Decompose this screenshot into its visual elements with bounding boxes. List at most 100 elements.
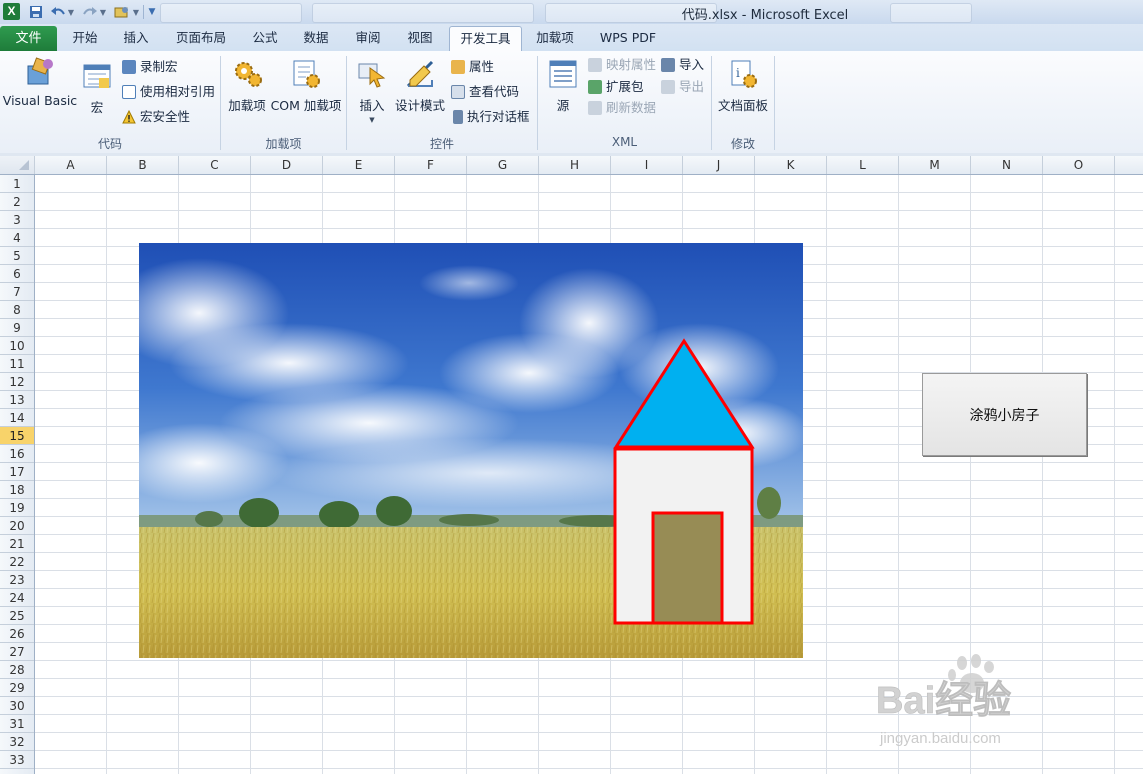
row-header-14[interactable]: 14 bbox=[0, 409, 34, 427]
column-header-h[interactable]: H bbox=[539, 156, 611, 174]
row-header-21[interactable]: 21 bbox=[0, 535, 34, 553]
column-header-j[interactable]: J bbox=[683, 156, 755, 174]
tab-addins[interactable]: 加载项 bbox=[527, 26, 583, 50]
row-header-6[interactable]: 6 bbox=[0, 265, 34, 283]
row-header-19[interactable]: 19 bbox=[0, 499, 34, 517]
select-all-corner[interactable] bbox=[0, 156, 35, 174]
column-header-m[interactable]: M bbox=[899, 156, 971, 174]
xml-import-button[interactable]: 导入 bbox=[661, 56, 704, 74]
row-header-5[interactable]: 5 bbox=[0, 247, 34, 265]
row-header-28[interactable]: 28 bbox=[0, 661, 34, 679]
row-header-3[interactable]: 3 bbox=[0, 211, 34, 229]
design-mode-button[interactable]: 设计模式 bbox=[394, 58, 446, 114]
row-header-18[interactable]: 18 bbox=[0, 481, 34, 499]
expansion-packs-button[interactable]: 扩展包 bbox=[588, 78, 644, 96]
redo-dropdown-icon[interactable]: ▼ bbox=[99, 4, 107, 20]
column-header-b[interactable]: B bbox=[107, 156, 179, 174]
tab-home[interactable]: 开始 bbox=[62, 26, 108, 50]
use-relative-refs-button[interactable]: 使用相对引用 bbox=[122, 83, 215, 101]
undo-icon[interactable] bbox=[50, 4, 66, 20]
excel-logo-icon[interactable]: X bbox=[3, 3, 20, 20]
column-header-n[interactable]: N bbox=[971, 156, 1043, 174]
tab-data[interactable]: 数据 bbox=[293, 26, 339, 50]
row-header-32[interactable]: 32 bbox=[0, 733, 34, 751]
tab-insert[interactable]: 插入 bbox=[113, 26, 159, 50]
column-header-a[interactable]: A bbox=[35, 156, 107, 174]
row-header-11[interactable]: 11 bbox=[0, 355, 34, 373]
redo-icon[interactable] bbox=[82, 4, 98, 20]
row-header-12[interactable]: 12 bbox=[0, 373, 34, 391]
row-header-25[interactable]: 25 bbox=[0, 607, 34, 625]
tab-review[interactable]: 审阅 bbox=[345, 26, 391, 50]
tab-formulas[interactable]: 公式 bbox=[242, 26, 288, 50]
column-header-o[interactable]: O bbox=[1043, 156, 1115, 174]
column-header-k[interactable]: K bbox=[755, 156, 827, 174]
column-header-l[interactable]: L bbox=[827, 156, 899, 174]
document-panel-button[interactable]: i 文档面板 bbox=[715, 58, 771, 114]
tab-view[interactable]: 视图 bbox=[397, 26, 443, 50]
tab-file[interactable]: 文件 bbox=[0, 26, 57, 51]
column-header-c[interactable]: C bbox=[179, 156, 251, 174]
macro-security-button[interactable]: 宏安全性 bbox=[122, 108, 190, 126]
row-header-33[interactable]: 33 bbox=[0, 751, 34, 769]
row-header-22[interactable]: 22 bbox=[0, 553, 34, 571]
properties-button[interactable]: 属性 bbox=[451, 58, 494, 76]
export-icon bbox=[661, 80, 675, 94]
xml-source-button[interactable]: 源 bbox=[543, 58, 583, 114]
macro-tool-icon[interactable] bbox=[114, 4, 130, 20]
svg-text:i: i bbox=[736, 66, 740, 80]
refresh-data-button[interactable]: 刷新数据 bbox=[588, 99, 656, 117]
design-mode-icon bbox=[406, 60, 434, 88]
run-dialog-button[interactable]: 执行对话框 bbox=[451, 108, 530, 126]
warning-icon bbox=[122, 109, 136, 124]
row-header-1[interactable]: 1 bbox=[0, 175, 34, 193]
draw-house-macro-button[interactable]: 涂鸦小房子 bbox=[922, 373, 1087, 456]
map-properties-button[interactable]: 映射属性 bbox=[588, 56, 656, 74]
qat-dropdown-icon[interactable]: ▼ bbox=[132, 4, 140, 20]
view-code-button[interactable]: 查看代码 bbox=[451, 83, 519, 101]
save-icon[interactable] bbox=[28, 4, 44, 20]
row-header-2[interactable]: 2 bbox=[0, 193, 34, 211]
row-header-4[interactable]: 4 bbox=[0, 229, 34, 247]
column-header-i[interactable]: I bbox=[611, 156, 683, 174]
view-code-icon bbox=[451, 85, 465, 99]
row-header-31[interactable]: 31 bbox=[0, 715, 34, 733]
row-header-20[interactable]: 20 bbox=[0, 517, 34, 535]
macros-button[interactable]: 宏 bbox=[80, 60, 114, 116]
landscape-picture[interactable] bbox=[139, 243, 803, 658]
customize-qat-icon[interactable]: ▼ bbox=[147, 4, 157, 20]
record-macro-button[interactable]: 录制宏 bbox=[122, 58, 178, 76]
row-header-23[interactable]: 23 bbox=[0, 571, 34, 589]
xml-export-button[interactable]: 导出 bbox=[661, 78, 704, 96]
row-header-27[interactable]: 27 bbox=[0, 643, 34, 661]
column-header-d[interactable]: D bbox=[251, 156, 323, 174]
row-header-15[interactable]: 15 bbox=[0, 427, 34, 445]
column-header-f[interactable]: F bbox=[395, 156, 467, 174]
row-header-29[interactable]: 29 bbox=[0, 679, 34, 697]
row-header-10[interactable]: 10 bbox=[0, 337, 34, 355]
row-header-17[interactable]: 17 bbox=[0, 463, 34, 481]
background-tab bbox=[160, 3, 302, 23]
addins-button[interactable]: 加载项 bbox=[224, 58, 270, 114]
row-header-7[interactable]: 7 bbox=[0, 283, 34, 301]
row-header-26[interactable]: 26 bbox=[0, 625, 34, 643]
visual-basic-button[interactable]: Visual Basic bbox=[2, 56, 78, 108]
tab-wps-pdf[interactable]: WPS PDF bbox=[590, 26, 666, 50]
column-header-row: ABCDEFGHIJKLMNO bbox=[0, 156, 1143, 175]
com-addins-button[interactable]: COM 加载项 bbox=[270, 58, 342, 114]
tab-page-layout[interactable]: 页面布局 bbox=[165, 26, 237, 50]
row-header-13[interactable]: 13 bbox=[0, 391, 34, 409]
watermark-url: jingyan.baidu.com bbox=[879, 730, 1001, 747]
row-header-24[interactable]: 24 bbox=[0, 589, 34, 607]
tab-developer[interactable]: 开发工具 bbox=[449, 26, 522, 53]
row-header-16[interactable]: 16 bbox=[0, 445, 34, 463]
row-header-30[interactable]: 30 bbox=[0, 697, 34, 715]
row-header-9[interactable]: 9 bbox=[0, 319, 34, 337]
column-header-e[interactable]: E bbox=[323, 156, 395, 174]
house-door[interactable] bbox=[651, 511, 724, 625]
undo-dropdown-icon[interactable]: ▼ bbox=[67, 4, 75, 20]
record-macro-icon bbox=[122, 60, 136, 74]
column-header-g[interactable]: G bbox=[467, 156, 539, 174]
row-header-8[interactable]: 8 bbox=[0, 301, 34, 319]
insert-control-button[interactable]: 插入 ▼ bbox=[350, 58, 394, 124]
